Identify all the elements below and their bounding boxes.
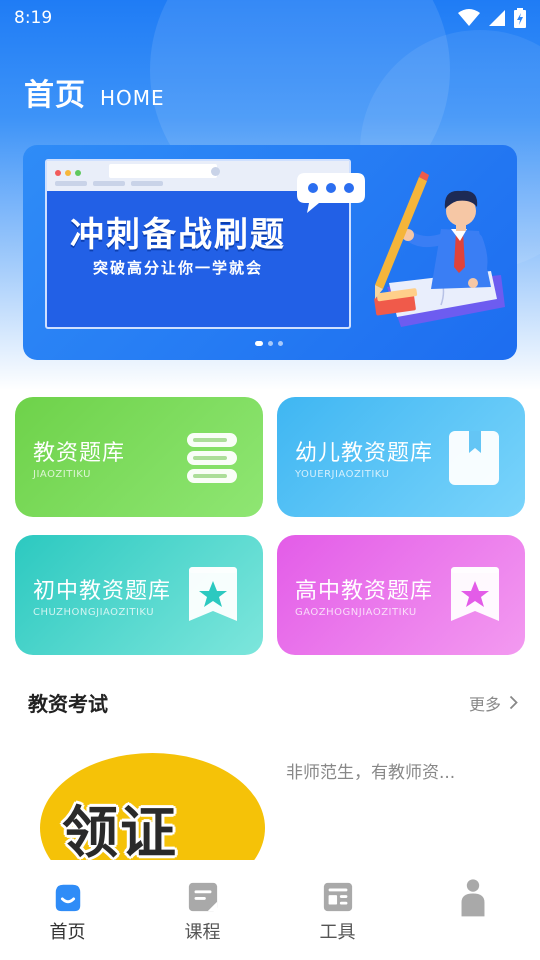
tab-tools[interactable]: 工具 — [270, 860, 405, 960]
banner-page-indicator — [255, 341, 283, 346]
battery-icon — [514, 8, 526, 28]
star-book-icon — [185, 567, 241, 625]
section-title: 教资考试 — [28, 692, 108, 716]
category-card-title: 高中教资题库 — [295, 579, 434, 604]
signal-icon — [489, 10, 505, 26]
category-card[interactable]: 初中教资题库 CHUZHONGJIAOZITIKU — [15, 535, 263, 655]
books-icon — [185, 429, 241, 487]
category-card-title: 幼儿教资题库 — [295, 441, 434, 466]
bookmark-book-icon — [447, 429, 503, 487]
article-item[interactable]: 领证 非师范生，有教师资... — [0, 740, 540, 860]
teacher-illustration — [297, 171, 505, 327]
wifi-icon — [458, 9, 480, 26]
page-header: 首页 HOME — [24, 70, 165, 114]
category-card-subtitle: CHUZHONGJIAOZITIKU — [33, 607, 155, 618]
tab-profile[interactable] — [405, 860, 540, 960]
banner-title: 冲刺备战刷题 — [70, 215, 286, 255]
status-icons — [458, 8, 526, 28]
course-icon — [186, 880, 220, 914]
page-title: 首页 — [24, 78, 86, 113]
banner-dot — [278, 341, 283, 346]
tools-icon — [321, 880, 355, 914]
home-icon — [51, 880, 85, 914]
category-card-subtitle: GAOZHOGNJIAOZITIKU — [295, 607, 417, 618]
more-link[interactable]: 更多 — [469, 691, 518, 715]
promo-banner[interactable]: 冲刺备战刷题 突破高分让你一学就会 — [23, 145, 517, 360]
star-book-icon — [447, 567, 503, 625]
tab-label: 工具 — [319, 922, 356, 943]
category-card[interactable]: 幼儿教资题库 YOUERJIAOZITIKU — [277, 397, 525, 517]
category-card-subtitle: YOUERJIAOZITIKU — [295, 469, 390, 480]
tab-label: 课程 — [184, 922, 221, 943]
page-subtitle: HOME — [100, 86, 165, 110]
banner-dot — [255, 341, 263, 346]
status-time: 8:19 — [14, 8, 53, 28]
category-card-title: 教资题库 — [33, 441, 126, 466]
category-card[interactable]: 高中教资题库 GAOZHOGNJIAOZITIKU — [277, 535, 525, 655]
tab-home[interactable]: 首页 — [0, 860, 135, 960]
article-thumbnail-text: 领证 — [62, 801, 178, 860]
profile-icon — [456, 879, 490, 917]
category-card-title: 初中教资题库 — [33, 579, 172, 604]
article-title: 非师范生，有教师资... — [286, 763, 456, 783]
category-card[interactable]: 教资题库 JIAOZITIKU — [15, 397, 263, 517]
tab-label: 首页 — [49, 922, 86, 943]
more-label: 更多 — [468, 694, 501, 714]
tab-course[interactable]: 课程 — [135, 860, 270, 960]
banner-dot — [268, 341, 273, 346]
chevron-right-icon — [509, 695, 518, 710]
bottom-tab-bar: 首页 课程 工具 — [0, 860, 540, 960]
status-bar: 8:19 — [0, 0, 540, 36]
category-card-subtitle: JIAOZITIKU — [33, 469, 91, 480]
section-header: 教资考试 更多 — [28, 688, 518, 717]
banner-subtitle: 突破高分让你一学就会 — [92, 259, 263, 277]
